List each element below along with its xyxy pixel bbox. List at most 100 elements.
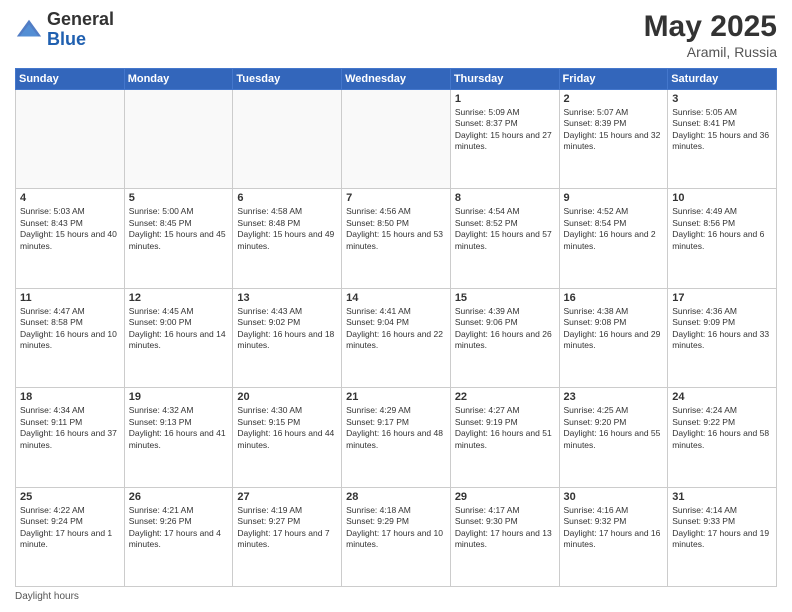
- day-info: Sunrise: 4:17 AMSunset: 9:30 PMDaylight:…: [455, 505, 555, 551]
- day-number: 17: [672, 292, 772, 304]
- day-info: Sunrise: 4:18 AMSunset: 9:29 PMDaylight:…: [346, 505, 446, 551]
- table-row: 23Sunrise: 4:25 AMSunset: 9:20 PMDayligh…: [559, 388, 668, 487]
- page: General Blue May 2025 Aramil, Russia Sun…: [0, 0, 792, 612]
- day-info: Sunrise: 4:43 AMSunset: 9:02 PMDaylight:…: [237, 306, 337, 352]
- day-number: 19: [129, 391, 229, 403]
- day-number: 22: [455, 391, 555, 403]
- table-row: 21 Sunrise: 4:29 AMSunset: 9:17 PMDayligh…: [342, 388, 451, 487]
- col-monday: Monday: [124, 69, 233, 90]
- day-number: 3: [672, 93, 772, 105]
- table-row: 24 Sunrise: 4:24 AMSunset: 9:22 PMDayligh…: [668, 388, 777, 487]
- table-row: 14Sunrise: 4:41 AMSunset: 9:04 PMDayligh…: [342, 288, 451, 387]
- day-number: 12: [129, 292, 229, 304]
- day-number: 4: [20, 192, 120, 204]
- daylight-hours-label: Daylight hours: [15, 591, 79, 602]
- day-info: Sunrise: 4:58 AMSunset: 8:48 PMDaylight:…: [237, 206, 337, 252]
- table-row: 6 Sunrise: 4:58 AMSunset: 8:48 PMDaylight…: [233, 189, 342, 288]
- day-number: 6: [237, 192, 337, 204]
- month-title: May 2025: [644, 10, 777, 44]
- logo-icon: [15, 16, 43, 44]
- day-info: Sunrise: 4:22 AMSunset: 9:24 PMDaylight:…: [20, 505, 120, 551]
- day-number: 5: [129, 192, 229, 204]
- day-number: 24: [672, 391, 772, 403]
- col-tuesday: Tuesday: [233, 69, 342, 90]
- col-friday: Friday: [559, 69, 668, 90]
- logo-text: General Blue: [47, 10, 114, 50]
- logo-general: General: [47, 9, 114, 29]
- day-number: 25: [20, 491, 120, 503]
- day-number: 11: [20, 292, 120, 304]
- day-info: Sunrise: 5:05 AMSunset: 8:41 PMDaylight:…: [672, 107, 772, 153]
- day-number: 13: [237, 292, 337, 304]
- table-row: 3 Sunrise: 5:05 AMSunset: 8:41 PMDaylight…: [668, 90, 777, 189]
- table-row: [233, 90, 342, 189]
- title-block: May 2025 Aramil, Russia: [644, 10, 777, 60]
- col-wednesday: Wednesday: [342, 69, 451, 90]
- day-number: 8: [455, 192, 555, 204]
- calendar-week-row: 18Sunrise: 4:34 AMSunset: 9:11 PMDayligh…: [16, 388, 777, 487]
- col-sunday: Sunday: [16, 69, 125, 90]
- day-info: Sunrise: 4:36 AMSunset: 9:09 PMDaylight:…: [672, 306, 772, 352]
- day-number: 2: [564, 93, 664, 105]
- day-number: 7: [346, 192, 446, 204]
- table-row: 8 Sunrise: 4:54 AMSunset: 8:52 PMDaylight…: [450, 189, 559, 288]
- day-info: Sunrise: 4:24 AMSunset: 9:22 PMDaylight:…: [672, 405, 772, 451]
- table-row: 1 Sunrise: 5:09 AMSunset: 8:37 PMDaylight…: [450, 90, 559, 189]
- day-number: 27: [237, 491, 337, 503]
- day-number: 15: [455, 292, 555, 304]
- day-info: Sunrise: 4:34 AMSunset: 9:11 PMDaylight:…: [20, 405, 120, 451]
- day-info: Sunrise: 4:27 AMSunset: 9:19 PMDaylight:…: [455, 405, 555, 451]
- calendar-week-row: 1 Sunrise: 5:09 AMSunset: 8:37 PMDaylight…: [16, 90, 777, 189]
- header: General Blue May 2025 Aramil, Russia: [15, 10, 777, 60]
- day-info: Sunrise: 5:00 AMSunset: 8:45 PMDaylight:…: [129, 206, 229, 252]
- table-row: 4 Sunrise: 5:03 AMSunset: 8:43 PMDaylight…: [16, 189, 125, 288]
- day-number: 10: [672, 192, 772, 204]
- logo: General Blue: [15, 10, 114, 50]
- table-row: 27 Sunrise: 4:19 AMSunset: 9:27 PMDayligh…: [233, 487, 342, 586]
- day-info: Sunrise: 4:21 AMSunset: 9:26 PMDaylight:…: [129, 505, 229, 551]
- table-row: 13 Sunrise: 4:43 AMSunset: 9:02 PMDayligh…: [233, 288, 342, 387]
- day-info: Sunrise: 4:29 AMSunset: 9:17 PMDaylight:…: [346, 405, 446, 451]
- day-number: 21: [346, 391, 446, 403]
- table-row: 25 Sunrise: 4:22 AMSunset: 9:24 PMDayligh…: [16, 487, 125, 586]
- table-row: 19Sunrise: 4:32 AMSunset: 9:13 PMDayligh…: [124, 388, 233, 487]
- day-info: Sunrise: 4:47 AMSunset: 8:58 PMDaylight:…: [20, 306, 120, 352]
- table-row: 9 Sunrise: 4:52 AMSunset: 8:54 PMDaylight…: [559, 189, 668, 288]
- table-row: 28Sunrise: 4:18 AMSunset: 9:29 PMDayligh…: [342, 487, 451, 586]
- day-number: 29: [455, 491, 555, 503]
- col-saturday: Saturday: [668, 69, 777, 90]
- table-row: 18Sunrise: 4:34 AMSunset: 9:11 PMDayligh…: [16, 388, 125, 487]
- table-row: 16Sunrise: 4:38 AMSunset: 9:08 PMDayligh…: [559, 288, 668, 387]
- table-row: 22 Sunrise: 4:27 AMSunset: 9:19 PMDayligh…: [450, 388, 559, 487]
- table-row: 10Sunrise: 4:49 AMSunset: 8:56 PMDayligh…: [668, 189, 777, 288]
- calendar-week-row: 4 Sunrise: 5:03 AMSunset: 8:43 PMDaylight…: [16, 189, 777, 288]
- day-number: 9: [564, 192, 664, 204]
- table-row: 2Sunrise: 5:07 AMSunset: 8:39 PMDaylight…: [559, 90, 668, 189]
- day-info: Sunrise: 4:56 AMSunset: 8:50 PMDaylight:…: [346, 206, 446, 252]
- day-info: Sunrise: 5:09 AMSunset: 8:37 PMDaylight:…: [455, 107, 555, 153]
- table-row: 17 Sunrise: 4:36 AMSunset: 9:09 PMDayligh…: [668, 288, 777, 387]
- calendar-week-row: 11 Sunrise: 4:47 AMSunset: 8:58 PMDayligh…: [16, 288, 777, 387]
- day-info: Sunrise: 5:03 AMSunset: 8:43 PMDaylight:…: [20, 206, 120, 252]
- day-info: Sunrise: 4:54 AMSunset: 8:52 PMDaylight:…: [455, 206, 555, 252]
- day-info: Sunrise: 4:19 AMSunset: 9:27 PMDaylight:…: [237, 505, 337, 551]
- day-number: 30: [564, 491, 664, 503]
- day-info: Sunrise: 4:45 AMSunset: 9:00 PMDaylight:…: [129, 306, 229, 352]
- day-info: Sunrise: 4:38 AMSunset: 9:08 PMDaylight:…: [564, 306, 664, 352]
- table-row: 29 Sunrise: 4:17 AMSunset: 9:30 PMDayligh…: [450, 487, 559, 586]
- day-number: 26: [129, 491, 229, 503]
- table-row: 31Sunrise: 4:14 AMSunset: 9:33 PMDayligh…: [668, 487, 777, 586]
- table-row: [16, 90, 125, 189]
- day-info: Sunrise: 4:52 AMSunset: 8:54 PMDaylight:…: [564, 206, 664, 252]
- table-row: 12 Sunrise: 4:45 AMSunset: 9:00 PMDayligh…: [124, 288, 233, 387]
- logo-blue: Blue: [47, 29, 86, 49]
- table-row: 7 Sunrise: 4:56 AMSunset: 8:50 PMDaylight…: [342, 189, 451, 288]
- table-row: 30Sunrise: 4:16 AMSunset: 9:32 PMDayligh…: [559, 487, 668, 586]
- day-number: 1: [455, 93, 555, 105]
- table-row: 26 Sunrise: 4:21 AMSunset: 9:26 PMDayligh…: [124, 487, 233, 586]
- table-row: 5 Sunrise: 5:00 AMSunset: 8:45 PMDaylight…: [124, 189, 233, 288]
- table-row: 20Sunrise: 4:30 AMSunset: 9:15 PMDayligh…: [233, 388, 342, 487]
- calendar-week-row: 25 Sunrise: 4:22 AMSunset: 9:24 PMDayligh…: [16, 487, 777, 586]
- day-info: Sunrise: 4:30 AMSunset: 9:15 PMDaylight:…: [237, 405, 337, 451]
- calendar-header-row: Sunday Monday Tuesday Wednesday Thursday…: [16, 69, 777, 90]
